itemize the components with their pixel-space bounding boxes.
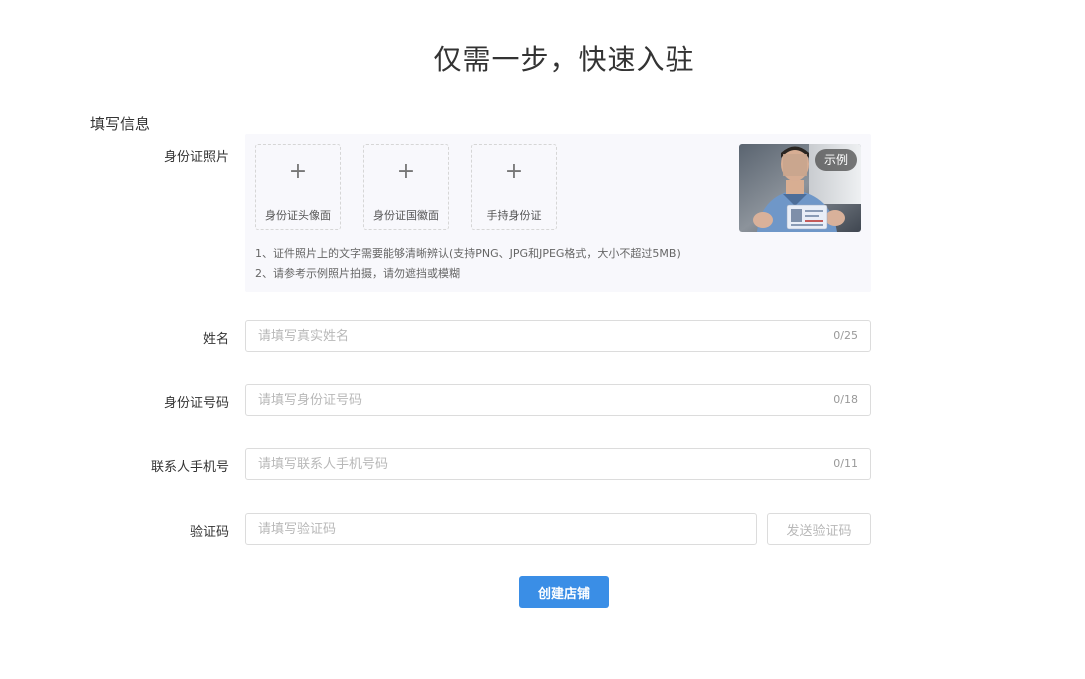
phone-input[interactable] bbox=[246, 449, 870, 479]
plus-icon: + bbox=[288, 159, 308, 184]
id-number-field-wrapper: 0/18 bbox=[245, 384, 871, 416]
upload-id-front-button[interactable]: + 身份证头像面 bbox=[255, 144, 341, 230]
onboarding-page: 仅需一步，快速入驻 填写信息 身份证照片 + 身份证头像面 + 身份证国徽面 +… bbox=[0, 0, 1085, 679]
sample-badge: 示例 bbox=[814, 149, 857, 171]
phone-char-counter: 0/11 bbox=[833, 457, 858, 470]
id-number-label: 身份证号码 bbox=[163, 396, 229, 411]
upload-hint-1: 1、证件照片上的文字需要能够清晰辨认(支持PNG、JPG和JPEG格式，大小不超… bbox=[255, 247, 681, 260]
section-title: 填写信息 bbox=[90, 115, 151, 133]
id-photo-upload-panel: + 身份证头像面 + 身份证国徽面 + 手持身份证 1、证件照片上的文字需要能够… bbox=[245, 134, 871, 292]
id-number-char-counter: 0/18 bbox=[833, 393, 858, 406]
id-number-input[interactable] bbox=[246, 385, 870, 415]
name-input[interactable] bbox=[246, 321, 870, 351]
name-label: 姓名 bbox=[202, 332, 229, 347]
sample-photo[interactable]: 示例 bbox=[739, 144, 861, 232]
name-char-counter: 0/25 bbox=[833, 329, 858, 342]
upload-id-back-caption: 身份证国徽面 bbox=[373, 209, 439, 222]
upload-id-back-button[interactable]: + 身份证国徽面 bbox=[363, 144, 449, 230]
upload-hint-2: 2、请参考示例照片拍摄，请勿遮挡或模糊 bbox=[255, 267, 460, 280]
upload-id-handheld-caption: 手持身份证 bbox=[486, 209, 542, 222]
verification-code-field-wrapper bbox=[245, 513, 757, 545]
phone-field-wrapper: 0/11 bbox=[245, 448, 871, 480]
plus-icon: + bbox=[396, 159, 416, 184]
upload-id-handheld-button[interactable]: + 手持身份证 bbox=[471, 144, 557, 230]
verification-code-input[interactable] bbox=[246, 514, 756, 544]
verification-code-label: 验证码 bbox=[189, 525, 229, 540]
plus-icon: + bbox=[504, 159, 524, 184]
create-store-button[interactable]: 创建店铺 bbox=[519, 576, 609, 608]
id-photo-label: 身份证照片 bbox=[163, 150, 229, 165]
phone-label: 联系人手机号 bbox=[150, 460, 229, 475]
upload-id-front-caption: 身份证头像面 bbox=[265, 209, 331, 222]
page-title: 仅需一步，快速入驻 bbox=[433, 43, 695, 76]
send-code-button[interactable]: 发送验证码 bbox=[767, 513, 871, 545]
name-field-wrapper: 0/25 bbox=[245, 320, 871, 352]
